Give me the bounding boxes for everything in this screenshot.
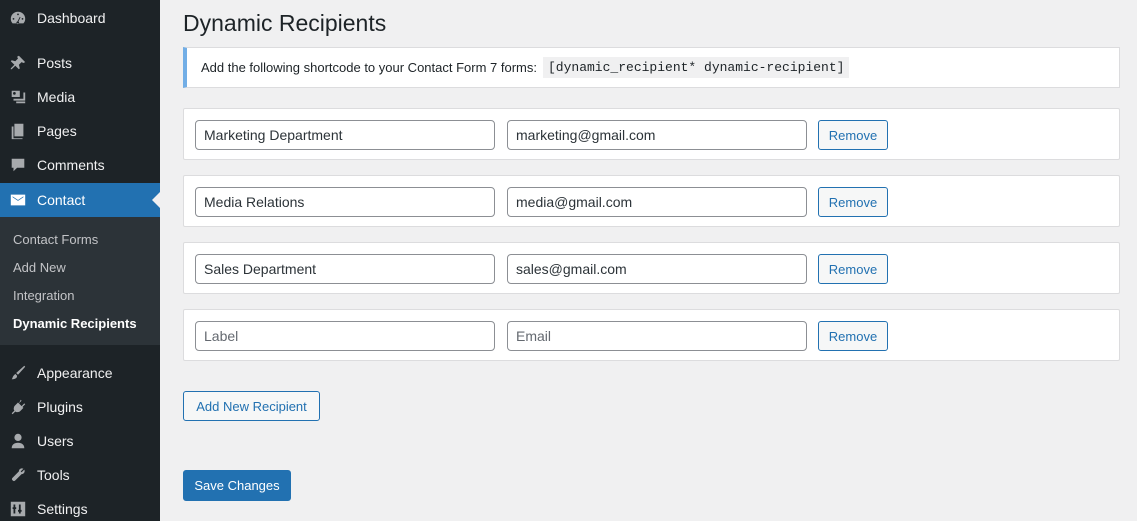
menu-item-dashboard[interactable]: Dashboard <box>0 1 160 35</box>
menu-label: Media <box>37 89 76 105</box>
submenu-item-contact-forms[interactable]: Contact Forms <box>13 232 98 247</box>
menu-item-users[interactable]: Users <box>0 424 160 458</box>
submenu-item-integration[interactable]: Integration <box>13 288 74 303</box>
remove-button[interactable]: Remove <box>818 254 888 284</box>
menu-item-tools[interactable]: Tools <box>0 458 160 492</box>
comment-icon <box>0 156 36 174</box>
shortcode-notice: Add the following shortcode to your Cont… <box>183 47 1120 88</box>
page-title: Dynamic Recipients <box>183 10 387 36</box>
plugin-icon <box>0 398 36 416</box>
menu-item-pages[interactable]: Pages <box>0 114 160 148</box>
recipient-label-input[interactable] <box>195 321 495 351</box>
menu-label: Dashboard <box>37 10 106 26</box>
menu-label: Comments <box>37 157 105 173</box>
envelope-icon <box>0 191 36 209</box>
notice-text: Add the following shortcode to your Cont… <box>201 60 537 75</box>
recipient-row: Remove <box>183 175 1120 227</box>
recipient-row: Remove <box>183 108 1120 160</box>
menu-label: Appearance <box>37 365 113 381</box>
remove-button[interactable]: Remove <box>818 321 888 351</box>
menu-item-settings[interactable]: Settings <box>0 492 160 521</box>
pin-icon <box>0 54 36 72</box>
submenu-item-dynamic-recipients[interactable]: Dynamic Recipients <box>13 316 137 331</box>
recipient-email-input[interactable] <box>507 120 807 150</box>
admin-sidebar: Dashboard Posts Media Pages Comments Con… <box>0 0 160 521</box>
recipient-label-input[interactable] <box>195 254 495 284</box>
recipient-label-input[interactable] <box>195 120 495 150</box>
menu-item-contact[interactable]: Contact <box>0 183 160 217</box>
contact-submenu: Contact Forms Add New Integration Dynami… <box>0 217 160 345</box>
dashboard-icon <box>0 9 36 27</box>
user-icon <box>0 432 36 450</box>
menu-item-comments[interactable]: Comments <box>0 148 160 182</box>
media-icon <box>0 88 36 106</box>
add-new-recipient-button[interactable]: Add New Recipient <box>183 391 320 421</box>
pages-icon <box>0 122 36 140</box>
recipient-email-input[interactable] <box>507 321 807 351</box>
recipient-email-input[interactable] <box>507 254 807 284</box>
recipient-row: Remove <box>183 242 1120 294</box>
brush-icon <box>0 364 36 382</box>
recipient-row: Remove <box>183 309 1120 361</box>
remove-button[interactable]: Remove <box>818 187 888 217</box>
recipient-email-input[interactable] <box>507 187 807 217</box>
menu-label: Contact <box>37 192 86 208</box>
menu-item-appearance[interactable]: Appearance <box>0 356 160 390</box>
shortcode: [dynamic_recipient* dynamic-recipient] <box>543 57 850 78</box>
save-changes-button[interactable]: Save Changes <box>183 470 291 501</box>
menu-label: Users <box>37 433 74 449</box>
menu-label: Settings <box>37 501 88 517</box>
menu-item-plugins[interactable]: Plugins <box>0 390 160 424</box>
submenu-item-add-new[interactable]: Add New <box>13 260 66 275</box>
menu-item-posts[interactable]: Posts <box>0 46 160 80</box>
menu-label: Tools <box>37 467 70 483</box>
recipient-label-input[interactable] <box>195 187 495 217</box>
menu-label: Posts <box>37 55 73 71</box>
menu-label: Pages <box>37 123 77 139</box>
remove-button[interactable]: Remove <box>818 120 888 150</box>
sliders-icon <box>0 500 36 518</box>
wrench-icon <box>0 466 36 484</box>
menu-label: Plugins <box>37 399 83 415</box>
menu-item-media[interactable]: Media <box>0 80 160 114</box>
